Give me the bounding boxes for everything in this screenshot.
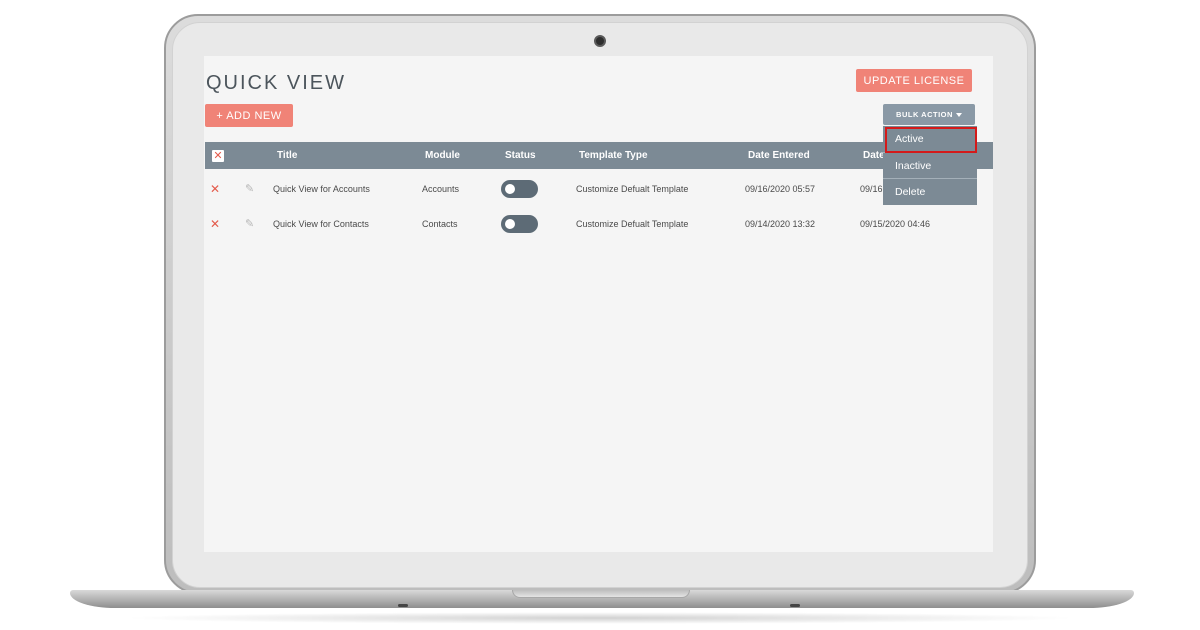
column-header-status[interactable]: Status — [505, 142, 536, 169]
column-header-date-modified[interactable]: Date — [863, 142, 885, 169]
pencil-icon[interactable]: ✎ — [245, 217, 254, 230]
toggle-knob — [505, 219, 515, 229]
table-row: ✕ ✎ Quick View for Contacts Contacts Cus… — [205, 206, 993, 241]
laptop-shadow — [120, 612, 1080, 624]
select-all-checkbox-icon[interactable]: ✕ — [212, 150, 224, 162]
row-template-type: Customize Defualt Template — [576, 184, 689, 194]
column-header-template-type[interactable]: Template Type — [579, 142, 648, 169]
menu-item-active[interactable]: Active — [883, 126, 977, 152]
row-module: Contacts — [422, 219, 458, 229]
table-row: ✕ ✎ Quick View for Accounts Accounts Cus… — [205, 171, 993, 206]
row-title[interactable]: Quick View for Contacts — [273, 219, 369, 229]
page-title: QUICK VIEW — [206, 72, 347, 94]
laptop-hinge-notch — [512, 590, 690, 598]
pencil-icon[interactable]: ✎ — [245, 182, 254, 195]
column-header-date-entered[interactable]: Date Entered — [748, 142, 810, 169]
update-license-button[interactable]: UPDATE LICENSE — [856, 69, 972, 92]
add-new-button[interactable]: + ADD NEW — [205, 104, 293, 127]
row-template-type: Customize Defualt Template — [576, 219, 689, 229]
table-header: ✕ Title Module Status Template Type Date… — [205, 142, 993, 169]
laptop-foot — [398, 604, 408, 607]
status-toggle[interactable] — [501, 215, 538, 233]
laptop-foot — [790, 604, 800, 607]
caret-down-icon — [955, 112, 962, 117]
toggle-knob — [505, 184, 515, 194]
webcam-icon — [594, 35, 606, 47]
bulk-action-button[interactable]: BULK ACTION — [883, 104, 975, 125]
menu-item-inactive[interactable]: Inactive — [883, 152, 977, 178]
row-date-entered: 09/14/2020 13:32 — [745, 219, 816, 229]
bulk-action-menu: Active Inactive Delete — [883, 126, 977, 205]
column-header-title[interactable]: Title — [277, 142, 297, 169]
row-title[interactable]: Quick View for Accounts — [273, 184, 370, 194]
menu-item-delete[interactable]: Delete — [883, 178, 977, 204]
row-date-modified: 09/15/2020 04:46 — [860, 219, 931, 229]
row-date-entered: 09/16/2020 05:57 — [745, 184, 816, 194]
row-date-modified: 09/16 — [860, 184, 883, 194]
delete-x-icon[interactable]: ✕ — [210, 182, 220, 196]
status-toggle[interactable] — [501, 180, 538, 198]
app-screen: QUICK VIEW UPDATE LICENSE + ADD NEW BULK… — [204, 56, 993, 552]
delete-x-icon[interactable]: ✕ — [210, 217, 220, 231]
column-header-module[interactable]: Module — [425, 142, 460, 169]
bulk-action-label: BULK ACTION — [896, 110, 953, 119]
row-module: Accounts — [422, 184, 460, 194]
